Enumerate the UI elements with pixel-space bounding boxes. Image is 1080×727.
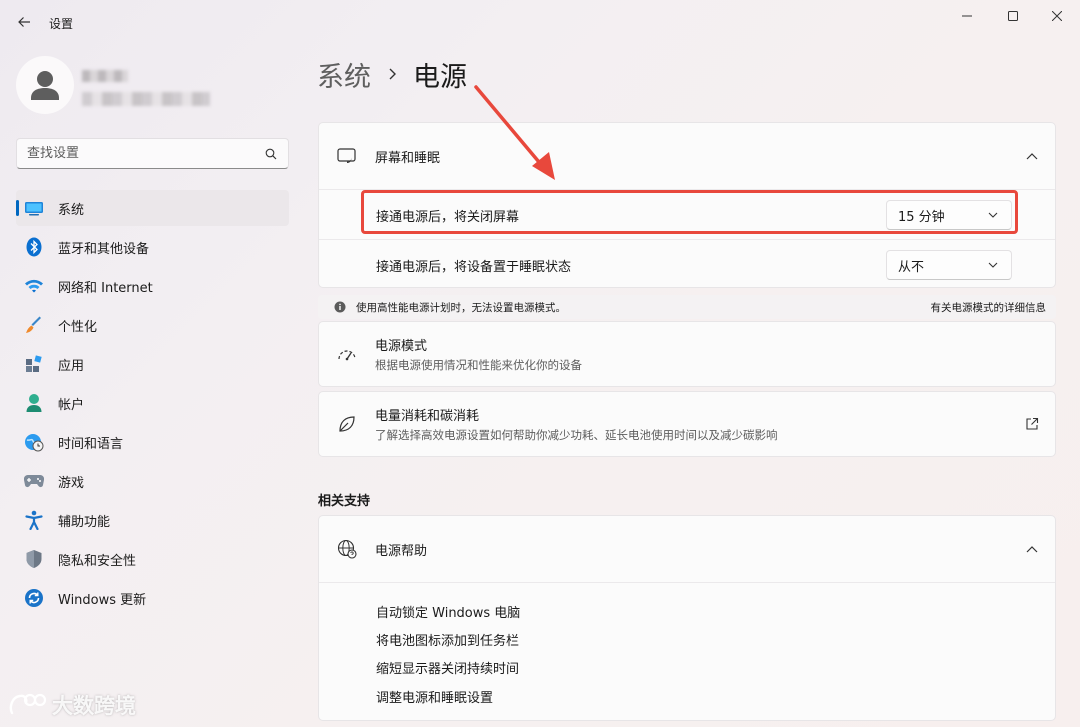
wifi-icon [24,276,44,296]
avatar[interactable] [16,56,74,114]
power-help-card: 电源帮助 自动锁定 Windows 电脑 将电池图标添加到任务栏 缩短显示器关闭… [318,515,1056,721]
sidebar-item-privacy[interactable]: 隐私和安全性 [16,541,289,577]
info-icon [334,301,346,313]
energy-title: 电量消耗和碳消耗 [375,409,480,424]
sidebar-item-label: 隐私和安全性 [58,553,137,569]
user-icon [31,71,59,100]
sidebar-item-label: 游戏 [58,475,85,491]
help-link-display-off[interactable]: 缩短显示器关闭持续时间 [376,658,519,677]
app-title: 设置 [49,17,74,31]
watermark-text: 大数跨境 [52,694,136,718]
power-mode-card[interactable]: 电源模式 根据电源使用情况和性能来优化你的设备 [318,321,1056,387]
screen-sleep-header[interactable]: 屏幕和睡眠 [319,123,1055,189]
minimize-icon [962,15,972,17]
account-icon [24,393,44,413]
help-link-auto-lock[interactable]: 自动锁定 Windows 电脑 [376,602,520,621]
power-mode-description: 根据电源使用情况和性能来优化你的设备 [375,358,582,372]
watermark-logo-icon [9,693,47,715]
sidebar-item-accessibility[interactable]: 辅助功能 [16,502,289,538]
screen-sleep-title: 屏幕和睡眠 [375,150,441,166]
breadcrumb-parent[interactable]: 系统 [317,55,371,94]
search-input[interactable] [27,146,264,161]
user-email-redacted [82,92,210,106]
sidebar-item-apps[interactable]: 应用 [16,346,289,382]
help-link-power-sleep[interactable]: 调整电源和睡眠设置 [376,687,493,706]
screen-off-row: 接通电源后，将关闭屏幕 15 分钟 [319,190,1055,240]
close-button[interactable] [1034,4,1080,28]
search-box[interactable] [16,138,289,169]
power-mode-info-link[interactable]: 有关电源模式的详细信息 [931,300,1047,315]
globe-help-icon [337,539,357,559]
sleep-row: 接通电源后，将设备置于睡眠状态 从不 [319,240,1055,290]
screen-off-label: 接通电源后，将关闭屏幕 [376,209,520,225]
sidebar-item-label: 辅助功能 [58,514,111,530]
apps-icon [24,354,44,374]
sidebar-item-label: 个性化 [58,319,98,335]
info-bar: 使用高性能电源计划时，无法设置电源模式。 有关电源模式的详细信息 [318,295,1056,319]
screen-off-dropdown[interactable]: 15 分钟 [886,200,1012,230]
sidebar-item-time-language[interactable]: 时间和语言 [16,424,289,460]
sidebar-item-label: 系统 [58,202,85,218]
watermark: 大数跨境 [8,690,136,720]
sidebar-item-label: 时间和语言 [58,436,124,452]
screen-sleep-card: 屏幕和睡眠 接通电源后，将关闭屏幕 15 分钟 接通电源后，将设备置于睡眠状态 … [318,122,1056,288]
shield-icon [24,549,44,569]
sleep-value: 从不 [898,259,925,275]
maximize-icon [1008,11,1018,21]
sidebar-item-gaming[interactable]: 游戏 [16,463,289,499]
close-icon [1052,11,1062,21]
bluetooth-icon [24,237,44,257]
external-link-icon [1025,417,1039,431]
chevron-right-icon [387,67,401,81]
chevron-up-icon[interactable] [1025,149,1039,163]
power-mode-title: 电源模式 [375,339,428,354]
screen-off-value: 15 分钟 [898,209,945,225]
power-help-header[interactable]: 电源帮助 [319,516,1055,582]
power-mode-icon [337,344,357,364]
sidebar-item-accounts[interactable]: 帐户 [16,385,289,421]
sidebar-item-label: 帐户 [58,397,85,413]
sidebar-item-bluetooth[interactable]: 蓝牙和其他设备 [16,229,289,265]
page-title: 电源 [413,61,467,93]
accessibility-icon [24,510,44,530]
sidebar-item-system[interactable]: 系统 [16,190,289,226]
sidebar-item-label: 蓝牙和其他设备 [58,241,150,257]
monitor-icon [24,198,44,218]
help-link-battery-icon[interactable]: 将电池图标添加到任务栏 [376,630,519,649]
energy-card[interactable]: 电量消耗和碳消耗 了解选择高效电源设置如何帮助你减少功耗、延长电池使用时间以及减… [318,391,1056,457]
sidebar-item-label: Windows 更新 [58,592,147,608]
user-name-redacted [82,70,128,82]
globe-clock-icon [24,432,44,452]
energy-description: 了解选择高效电源设置如何帮助你减少功耗、延长电池使用时间以及减少碳影响 [375,428,778,442]
divider [319,582,1055,583]
sidebar-item-personalization[interactable]: 个性化 [16,307,289,343]
sidebar-item-network[interactable]: 网络和 Internet [16,268,289,304]
sidebar-item-label: 应用 [58,358,85,374]
power-mode-text: 电源模式 根据电源使用情况和性能来优化你的设备 [375,335,582,373]
chevron-down-icon [988,209,1000,221]
energy-text: 电量消耗和碳消耗 了解选择高效电源设置如何帮助你减少功耗、延长电池使用时间以及减… [375,405,778,443]
back-arrow-icon [18,17,30,27]
search-icon[interactable] [264,147,278,161]
sidebar-item-label: 网络和 Internet [58,280,153,296]
related-support-heading: 相关支持 [318,494,371,509]
screen-sleep-icon [337,146,357,166]
sleep-dropdown[interactable]: 从不 [886,250,1012,280]
power-help-title: 电源帮助 [375,543,428,559]
sleep-label: 接通电源后，将设备置于睡眠状态 [376,259,572,275]
sidebar-nav: 系统 蓝牙和其他设备 网络和 Internet 个性化 应用 帐户 时间和语言 … [16,190,289,619]
info-text: 使用高性能电源计划时，无法设置电源模式。 [356,301,566,314]
breadcrumb: 系统 电源 [317,55,467,94]
back-button[interactable] [12,10,36,34]
brush-icon [24,315,44,335]
minimize-button[interactable] [944,4,990,28]
chevron-down-icon [988,259,1000,271]
title-bar: 设置 [0,0,1080,46]
sidebar-item-windows-update[interactable]: Windows 更新 [16,580,289,616]
leaf-icon [337,414,357,434]
update-icon [24,588,44,608]
chevron-up-icon[interactable] [1025,542,1039,556]
maximize-button[interactable] [990,4,1036,28]
gamepad-icon [24,471,44,491]
